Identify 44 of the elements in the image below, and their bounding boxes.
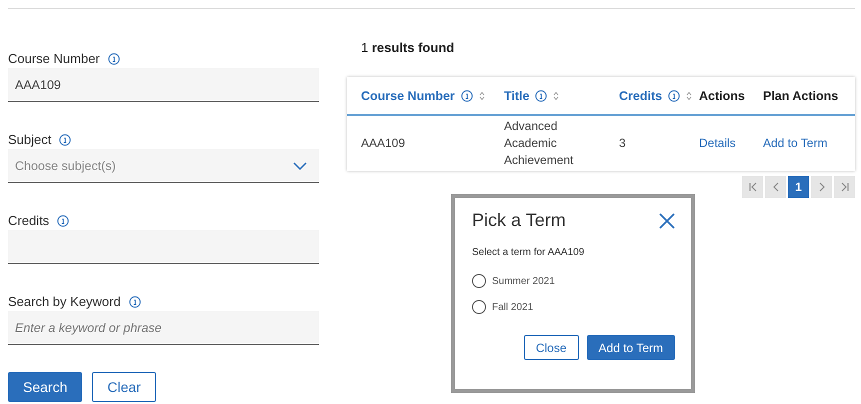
dialog-title: Pick a Term (472, 210, 566, 231)
radio-button[interactable] (472, 274, 486, 288)
sort-icon[interactable] (686, 90, 692, 100)
search-button[interactable]: Search (8, 372, 82, 402)
info-icon[interactable] (668, 90, 680, 102)
add-to-term-button[interactable]: Add to Term (586, 335, 675, 360)
field-label: Subject (8, 132, 52, 147)
page-button[interactable]: 1 (788, 176, 809, 198)
info-icon[interactable] (535, 90, 548, 102)
info-icon[interactable] (460, 90, 473, 102)
column-header[interactable]: Course Number (361, 88, 455, 102)
field-label: Course Number (8, 51, 100, 66)
table-cell: Advanced Academic Achievement (504, 119, 574, 167)
results-summary: 1 results found (361, 40, 456, 55)
table-cell: AAA109 (361, 136, 406, 150)
clear-button[interactable]: Clear (92, 372, 156, 402)
field-label: Credits (8, 213, 50, 228)
column-header[interactable]: Credits (619, 88, 662, 102)
column-header[interactable]: Title (504, 88, 530, 102)
close-icon[interactable] (659, 212, 675, 228)
option-label[interactable]: Fall 2021 (492, 302, 534, 312)
last-page-button[interactable] (834, 176, 855, 198)
add-to-term-link[interactable]: Add to Term (763, 136, 828, 150)
sort-icon[interactable] (553, 90, 560, 100)
column-header: Plan Actions (763, 88, 838, 102)
sort-icon[interactable] (478, 90, 485, 100)
column-header: Actions (699, 88, 745, 102)
subject-dropdown[interactable]: Choose subject(s) (8, 149, 319, 183)
info-icon[interactable] (128, 296, 141, 308)
details-link[interactable]: Details (699, 136, 736, 150)
info-icon[interactable] (59, 134, 72, 146)
dialog-prompt: Select a term for AAA109 (472, 247, 586, 258)
input-field[interactable]: AAA109 (8, 68, 319, 102)
info-icon[interactable] (57, 214, 70, 226)
input-field[interactable] (8, 230, 319, 264)
input-field[interactable]: Enter a keyword or phrase (8, 311, 319, 345)
option-label[interactable]: Summer 2021 (492, 276, 555, 286)
table-cell: 3 (619, 136, 626, 150)
close-button[interactable]: Close (524, 335, 579, 360)
radio-button[interactable] (472, 300, 486, 314)
chevron-down-icon (293, 162, 307, 170)
field-label: Search by Keyword (8, 294, 121, 309)
info-icon[interactable] (108, 52, 120, 64)
first-page-button[interactable] (742, 176, 763, 198)
